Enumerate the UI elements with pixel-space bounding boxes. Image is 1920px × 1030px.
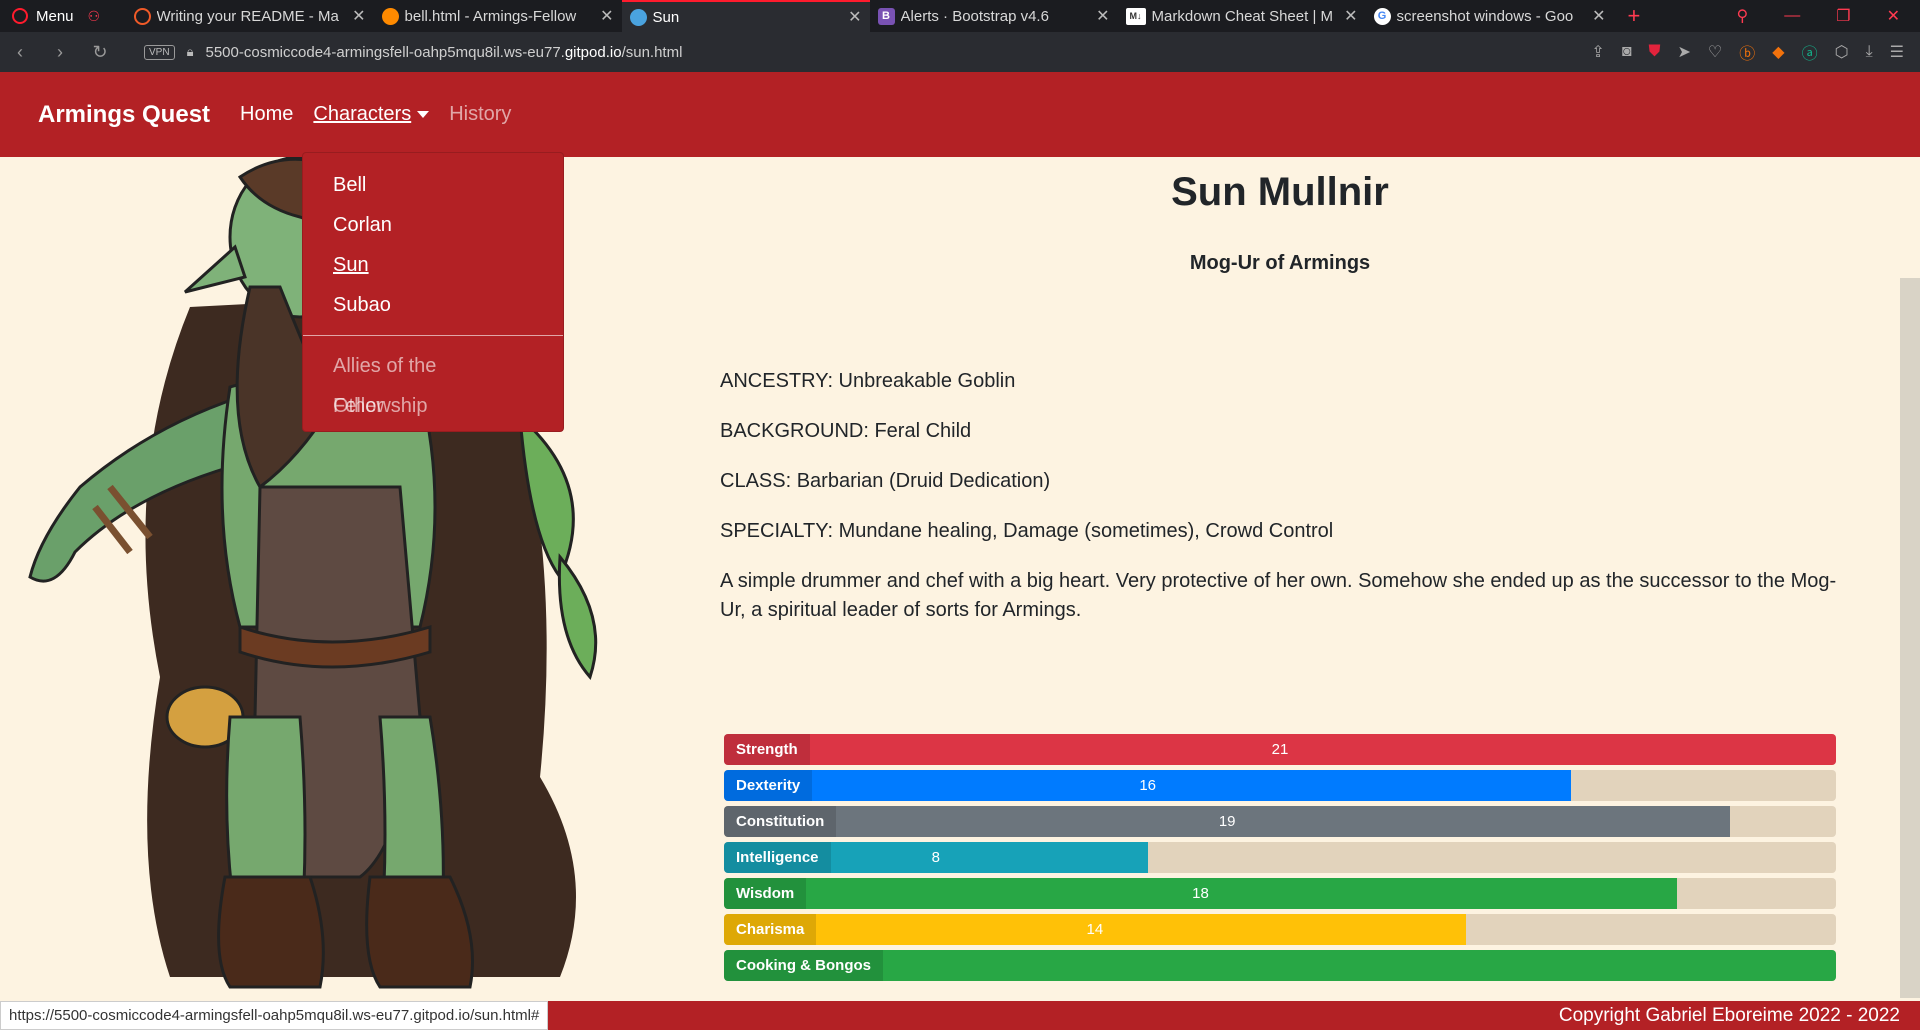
camera-icon[interactable]: ◙	[1622, 43, 1632, 61]
browser-address-bar: ‹ › ↻ VPN 🔒︎ 5500-cosmiccode4-armingsfel…	[0, 32, 1920, 72]
footer-copyright: Copyright Gabriel Eboreime 2022 - 2022	[1558, 1004, 1900, 1026]
character-subtitle: Mog-Ur of Armings	[1189, 252, 1371, 274]
new-tab-plus-icon[interactable]: +	[1628, 3, 1641, 29]
tab-title: Markdown Cheat Sheet | M	[1151, 7, 1334, 25]
forward-arrow-icon[interactable]: ›	[40, 42, 80, 63]
opera-logo-icon	[12, 8, 28, 24]
dropdown-item-corlan[interactable]: Corlan	[303, 205, 563, 245]
google-favicon-icon: G	[1373, 7, 1391, 25]
tab-title: Writing your README - Ma	[156, 7, 339, 25]
download-icon[interactable]: ⤓	[1866, 43, 1873, 61]
window-controls: ⚲ — ❐ ✕	[1737, 6, 1920, 26]
character-name: Sun Mullnir	[1171, 170, 1389, 214]
reload-icon[interactable]: ↻	[80, 42, 120, 63]
dropdown-divider	[303, 335, 563, 336]
globe-icon	[629, 8, 647, 26]
tab-bootstrap-alerts[interactable]: B Alerts · Bootstrap v4.6 ✕	[870, 0, 1118, 32]
close-tab-icon[interactable]: ✕	[1592, 6, 1605, 26]
share-icon[interactable]: ⇪	[1591, 42, 1604, 62]
stat-bar-dexterity: Dexterity 16	[724, 770, 1836, 801]
extensions-cube-icon[interactable]: ⬡	[1835, 42, 1849, 62]
search-tabs-icon[interactable]: ⚲	[1737, 6, 1749, 26]
stat-bar-charisma: Charisma 14	[724, 914, 1836, 945]
stat-bar-constitution: Constitution 19	[724, 806, 1836, 837]
stat-value: 14	[1086, 921, 1104, 938]
minimize-icon[interactable]: —	[1784, 7, 1800, 25]
gx-controller-icon[interactable]: ⚇	[88, 8, 110, 25]
opera-favicon-icon	[133, 7, 151, 25]
stat-value: 8	[931, 849, 940, 866]
navbar-brand[interactable]: Armings Quest	[38, 101, 210, 129]
stat-value: 18	[1192, 885, 1209, 902]
stat-value	[724, 950, 1836, 981]
dropdown-item-bell[interactable]: Bell	[303, 165, 563, 205]
browser-menu-label: Menu	[36, 7, 74, 25]
close-tab-icon[interactable]: ✕	[848, 7, 861, 27]
vpn-badge[interactable]: VPN	[144, 44, 175, 60]
tab-title: screenshot windows - Goo	[1396, 7, 1574, 25]
stat-value: 16	[1139, 777, 1157, 794]
adblock-shield-icon[interactable]: ⛊	[1649, 43, 1661, 61]
heart-icon[interactable]: ♡	[1708, 42, 1722, 62]
url-prefix: 5500-cosmiccode4-armingsfell-oahp5mqu8il…	[205, 43, 565, 61]
tab-bell-html[interactable]: bell.html - Armings-Fellow ✕	[374, 0, 622, 32]
lock-icon[interactable]: 🔒︎	[187, 44, 194, 60]
tab-title: bell.html - Armings-Fellow	[404, 7, 577, 25]
browser-tab-bar: Menu ⚇ Writing your README - Ma ✕ bell.h…	[0, 0, 1920, 32]
browser-toolbar-icons: ⇪ ◙ ⛊ ➤ ♡ ⓑ ◆ ⓐ ⬡ ⤓ ☰	[1591, 40, 1920, 64]
ancestry-text: ANCESTRY: Unbreakable Goblin	[720, 370, 1016, 392]
send-icon[interactable]: ➤	[1678, 42, 1691, 62]
url-field[interactable]: 5500-cosmiccode4-armingsfell-oahp5mqu8il…	[205, 44, 682, 61]
gitpod-favicon-icon	[381, 7, 399, 25]
extension-b-icon[interactable]: ⓑ	[1739, 40, 1755, 64]
stat-bar-intelligence: Intelligence 8	[724, 842, 1836, 873]
tab-google-search[interactable]: G screenshot windows - Goo ✕	[1366, 0, 1614, 32]
stat-value: 21	[1271, 741, 1289, 758]
close-tab-icon[interactable]: ✕	[600, 6, 613, 26]
bootstrap-favicon-icon: B	[877, 7, 895, 25]
nav-history[interactable]: History	[449, 103, 511, 126]
characters-dropdown-menu: Bell Corlan Sun Subao Allies of the Fell…	[302, 152, 564, 432]
dropdown-item-sun[interactable]: Sun	[303, 245, 563, 285]
close-window-icon[interactable]: ✕	[1887, 6, 1900, 26]
tab-writing-readme[interactable]: Writing your README - Ma ✕	[126, 0, 374, 32]
close-tab-icon[interactable]: ✕	[1344, 6, 1357, 26]
stat-bar-wisdom: Wisdom 18	[724, 878, 1836, 909]
caret-down-icon	[417, 111, 430, 119]
easy-setup-icon[interactable]: ☰	[1890, 42, 1904, 62]
url-path: /sun.html	[621, 43, 683, 61]
stat-bar-strength: Strength 21	[724, 734, 1836, 765]
tab-sun[interactable]: Sun ✕	[621, 0, 870, 32]
character-info: ANCESTRY: Unbreakable Goblin BACKGROUND:…	[720, 367, 1840, 646]
close-tab-icon[interactable]: ✕	[1096, 6, 1109, 26]
background-text: BACKGROUND: Feral Child	[720, 420, 972, 442]
specialty-text: SPECIALTY: Mundane healing, Damage (some…	[720, 520, 1334, 542]
back-arrow-icon[interactable]: ‹	[0, 42, 40, 63]
browser-menu-button[interactable]: Menu	[0, 0, 88, 32]
page-scrollbar[interactable]	[1900, 278, 1920, 998]
tab-markdown-cheat-sheet[interactable]: M↓ Markdown Cheat Sheet | M ✕	[1118, 0, 1366, 32]
stat-bar-cooking-bongos: Cooking & Bongos	[724, 950, 1836, 981]
gitpod-extension-icon[interactable]: ◆	[1772, 42, 1784, 62]
dropdown-item-allies[interactable]: Allies of the Fellowship	[303, 346, 563, 417]
class-text: CLASS: Barbarian (Druid Dedication)	[720, 470, 1051, 492]
nav-characters-label: Characters	[313, 103, 412, 125]
markdown-favicon-icon: M↓	[1125, 7, 1146, 25]
stat-value: 19	[1218, 813, 1236, 830]
restore-icon[interactable]: ❐	[1836, 6, 1850, 26]
url-host: gitpod.io	[564, 43, 622, 61]
tab-title: Alerts · Bootstrap v4.6	[900, 7, 1049, 25]
extension-a-icon[interactable]: ⓐ	[1802, 40, 1818, 64]
dropdown-item-subao[interactable]: Subao	[303, 285, 563, 325]
site-navbar: Armings Quest Home Characters History	[0, 72, 1920, 157]
close-tab-icon[interactable]: ✕	[352, 6, 365, 26]
dropdown-item-other[interactable]: Other	[303, 386, 563, 426]
description-text: A simple drummer and chef with a big hea…	[720, 570, 1837, 621]
tab-title: Sun	[652, 8, 680, 26]
nav-home[interactable]: Home	[240, 103, 293, 126]
nav-characters-dropdown[interactable]: Characters	[313, 103, 430, 126]
link-status-url: https://5500-cosmiccode4-armingsfell-oah…	[0, 1001, 549, 1030]
stats-bars: Strength 21 Dexterity 16 Constitution 19 Intel…	[724, 734, 1836, 986]
